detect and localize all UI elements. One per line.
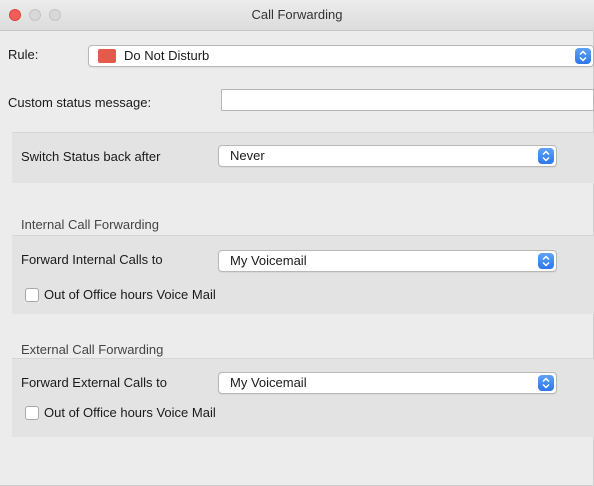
updown-stepper-icon	[538, 148, 554, 164]
updown-stepper-icon	[575, 48, 591, 64]
external-out-of-office-label: Out of Office hours Voice Mail	[44, 405, 216, 420]
external-forward-value: My Voicemail	[230, 375, 307, 390]
external-forward-select[interactable]: My Voicemail	[218, 372, 557, 394]
internal-section-label: Internal Call Forwarding	[21, 217, 160, 232]
updown-stepper-icon	[538, 375, 554, 391]
external-panel: Forward External Calls to My Voicemail O…	[12, 358, 594, 437]
rule-select[interactable]: Do Not Disturb	[88, 45, 594, 67]
switch-status-select[interactable]: Never	[218, 145, 557, 167]
internal-out-of-office-label: Out of Office hours Voice Mail	[44, 287, 216, 302]
switch-status-select-value: Never	[230, 148, 265, 163]
internal-panel: Forward Internal Calls to My Voicemail O…	[12, 235, 594, 314]
external-forward-label: Forward External Calls to	[21, 375, 167, 390]
rule-label: Rule:	[8, 47, 39, 62]
window-title: Call Forwarding	[251, 7, 343, 22]
call-forwarding-window: Call Forwarding Rule: Do Not Disturb Cus…	[0, 0, 594, 486]
internal-out-of-office-checkbox[interactable]	[25, 288, 39, 302]
updown-stepper-icon	[538, 253, 554, 269]
internal-forward-label: Forward Internal Calls to	[21, 252, 163, 267]
custom-status-input[interactable]	[221, 89, 594, 111]
switch-status-label: Switch Status back after	[21, 149, 161, 164]
external-section-label: External Call Forwarding	[21, 342, 164, 357]
rule-color-swatch	[98, 49, 116, 63]
switch-status-panel: Switch Status back after Never	[12, 132, 594, 183]
internal-forward-select[interactable]: My Voicemail	[218, 250, 557, 272]
rule-select-value: Do Not Disturb	[124, 48, 210, 63]
custom-status-label: Custom status message:	[8, 95, 152, 110]
title-bar: Call Forwarding	[0, 0, 594, 31]
internal-forward-value: My Voicemail	[230, 253, 307, 268]
external-out-of-office-checkbox[interactable]	[25, 406, 39, 420]
